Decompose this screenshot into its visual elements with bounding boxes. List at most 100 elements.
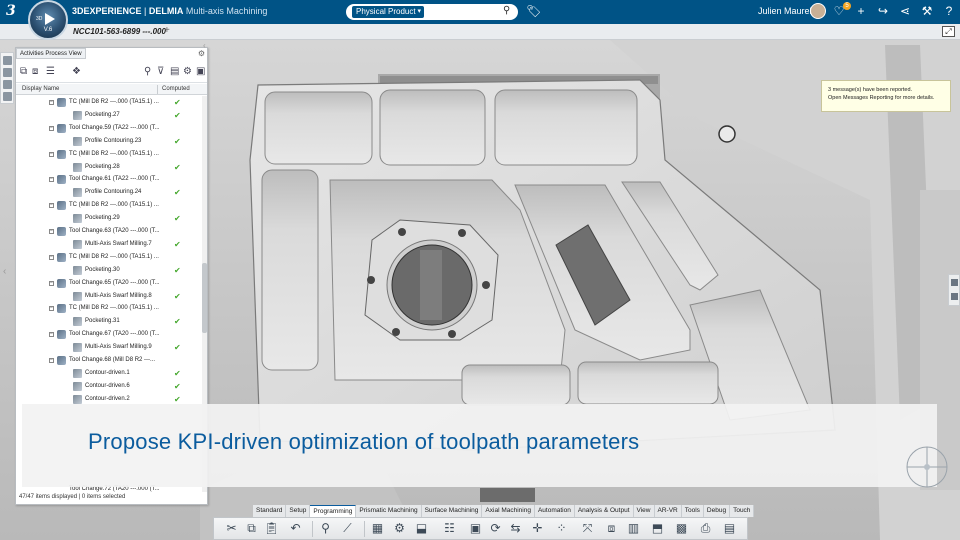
tree-row[interactable]: − Tool Change.65 (TA20 ---.000 (T... xyxy=(16,277,202,290)
share-icon[interactable]: ⋖ xyxy=(898,4,912,18)
forward-icon[interactable]: ↪ xyxy=(876,4,890,18)
tree-row[interactable]: − Tool Change.61 (TA22 ---.000 (T... xyxy=(16,173,202,186)
tab-standard[interactable]: Standard xyxy=(253,505,287,517)
tree-row[interactable]: Pocketing.30 ✔ xyxy=(16,264,202,277)
column-display-name[interactable]: Display Name xyxy=(22,84,59,95)
tree-row[interactable]: Pocketing.27 ✔ xyxy=(16,109,202,122)
compass-icon[interactable]: 3D V.6 xyxy=(28,0,68,40)
tree-icon[interactable] xyxy=(3,56,12,65)
expand-toggle-icon[interactable]: − xyxy=(49,100,54,105)
layout-icon[interactable]: ▣ xyxy=(196,66,205,77)
search-icon[interactable]: ⚲ xyxy=(144,66,151,77)
tab-prismatic-machining[interactable]: Prismatic Machining xyxy=(356,505,422,517)
tree-row[interactable]: − TC (Mill D8 R2 ---.000 (TA15.1) ... xyxy=(16,199,202,212)
tree-row[interactable]: Profile Contouring.23 ✔ xyxy=(16,135,202,148)
tab-document[interactable]: NCC101-563-6899 ---.000 xyxy=(70,24,169,39)
filter-icon[interactable] xyxy=(3,68,12,77)
chat-icon[interactable] xyxy=(951,293,958,300)
cut-icon[interactable]: ✂ xyxy=(224,521,239,536)
view-icon[interactable] xyxy=(951,279,958,286)
points-icon[interactable]: ⁘ xyxy=(554,521,569,536)
tab-programming[interactable]: Programming xyxy=(310,505,357,517)
undo-icon[interactable]: ↶ xyxy=(288,521,303,536)
tag-icon[interactable]: 🏷︎ xyxy=(526,4,541,18)
simulate-icon[interactable]: ⇆ xyxy=(508,521,523,536)
tree-row[interactable]: − TC (Mill D8 R2 ---.000 (TA15.1) ... xyxy=(16,148,202,161)
view-compass-icon[interactable] xyxy=(904,444,950,490)
add-tab-button[interactable]: + xyxy=(164,25,170,36)
tab-ar-vr[interactable]: AR-VR xyxy=(654,505,682,517)
tab-analysis-output[interactable]: Analysis & Output xyxy=(574,505,634,517)
analysis-icon[interactable]: ▥ xyxy=(626,521,641,536)
program-icon[interactable]: ☷ xyxy=(442,521,457,536)
gear-icon[interactable]: ⚙ xyxy=(198,49,205,58)
tab-automation[interactable]: Automation xyxy=(534,505,575,517)
expand-toggle-icon[interactable]: − xyxy=(49,203,54,209)
user-name[interactable]: Julien Maurel xyxy=(758,6,812,16)
document-icon[interactable]: ▤ xyxy=(722,521,737,536)
measure-icon[interactable]: ⟋ xyxy=(340,521,355,536)
tree-row[interactable]: Profile Contouring.24 ✔ xyxy=(16,186,202,199)
collapse-panel-icon[interactable]: ‹ xyxy=(203,41,206,50)
help-icon[interactable]: ? xyxy=(942,4,956,18)
display-mode-icon[interactable]: ❖ xyxy=(72,66,81,77)
tree-row[interactable]: − TC (Mill D8 R2 ---.000 (TA15.1) ... xyxy=(16,302,202,315)
tree-row[interactable]: Contour-driven.1 ✔ xyxy=(16,367,202,380)
expand-toggle-icon[interactable]: − xyxy=(49,306,54,312)
tree-collapse-icon[interactable]: ⧈ xyxy=(32,66,38,77)
tool-change-icon[interactable]: ⚙ xyxy=(392,521,407,536)
tree-row[interactable]: Pocketing.31 ✔ xyxy=(16,315,202,328)
tree-row[interactable]: Multi-Axis Swarf Milling.7 ✔ xyxy=(16,238,202,251)
tab-view[interactable]: View xyxy=(633,505,655,517)
add-icon[interactable]: + xyxy=(854,4,868,18)
grid-icon[interactable]: ▩ xyxy=(674,521,689,536)
tab-activities-process-view[interactable]: Activities Process View xyxy=(16,48,86,59)
axis-icon[interactable]: ✛ xyxy=(530,521,545,536)
table-icon[interactable]: ▤ xyxy=(170,66,179,77)
tree-row[interactable]: Multi-Axis Swarf Milling.9 ✔ xyxy=(16,341,202,354)
gear-icon[interactable]: ⚙ xyxy=(183,66,192,77)
expand-toggle-icon[interactable]: − xyxy=(49,229,54,234)
tools-icon[interactable]: ⚒ xyxy=(920,4,934,18)
tree-row[interactable]: − Tool Change.63 (TA20 ---.000 (T... xyxy=(16,225,202,238)
chevron-left-icon[interactable]: ‹ xyxy=(3,266,6,277)
tree-row[interactable]: Multi-Axis Swarf Milling.8 ✔ xyxy=(16,290,202,303)
nc-output-icon[interactable]: ⬒ xyxy=(650,521,665,536)
tree-row[interactable]: − Tool Change.67 (TA20 ---.000 (T... xyxy=(16,328,202,341)
expand-toggle-icon[interactable]: − xyxy=(49,177,54,183)
settings-icon[interactable] xyxy=(3,92,12,101)
tree-row[interactable]: − TC (Mill D8 R2 ---.000 (TA15.1) ... ✔ xyxy=(16,96,202,109)
machining-operation-icon[interactable]: ⬓ xyxy=(414,521,429,536)
expand-toggle-icon[interactable]: − xyxy=(49,125,54,131)
tree-row[interactable]: − Tool Change.59 (TA22 ---.000 (T... xyxy=(16,122,202,135)
report-icon[interactable]: ⎙ xyxy=(698,521,713,536)
tab-surface-machining[interactable]: Surface Machining xyxy=(421,505,483,517)
tab-tools[interactable]: Tools xyxy=(681,505,704,517)
tab-touch[interactable]: Touch xyxy=(730,505,755,517)
level-select-icon[interactable]: ☰ xyxy=(46,66,55,77)
search-icon[interactable]: ⚲ xyxy=(503,5,510,16)
expand-icon[interactable]: ⤢ xyxy=(942,26,955,37)
part-operation-icon[interactable]: ▦ xyxy=(370,521,385,536)
copy-icon[interactable]: ⧉ xyxy=(244,521,259,536)
transform-icon[interactable]: ⤧ xyxy=(580,521,595,536)
tab-debug[interactable]: Debug xyxy=(703,505,731,517)
paste-icon[interactable]: 📋︎ xyxy=(264,521,279,536)
copy-operation-icon[interactable]: ⧈ xyxy=(604,521,619,536)
tree-row[interactable]: − TC (Mill D8 R2 ---.000 (TA15.1) ... xyxy=(16,251,202,264)
expand-toggle-icon[interactable]: − xyxy=(49,358,54,363)
expand-toggle-icon[interactable]: − xyxy=(49,151,54,157)
search-scope-dropdown[interactable]: Physical Product ▾ xyxy=(352,6,424,18)
tab-setup[interactable]: Setup xyxy=(286,505,311,517)
tree-expand-icon[interactable]: ⧉ xyxy=(20,66,27,77)
ds-logo-icon[interactable]: 3 xyxy=(6,3,26,21)
tree-scrollbar-thumb[interactable] xyxy=(202,263,207,333)
tab-axial-machining[interactable]: Axial Machining xyxy=(482,505,535,517)
message-notification[interactable]: 3 message(s) have been reported. Open Me… xyxy=(821,80,951,112)
filter-icon[interactable]: ⊽ xyxy=(157,66,164,77)
avatar[interactable] xyxy=(810,3,826,19)
tree-row[interactable]: Pocketing.28 ✔ xyxy=(16,161,202,174)
tree-row[interactable]: Contour-driven.6 ✔ xyxy=(16,380,202,393)
layer-icon[interactable] xyxy=(3,80,12,89)
expand-toggle-icon[interactable]: − xyxy=(49,254,54,260)
